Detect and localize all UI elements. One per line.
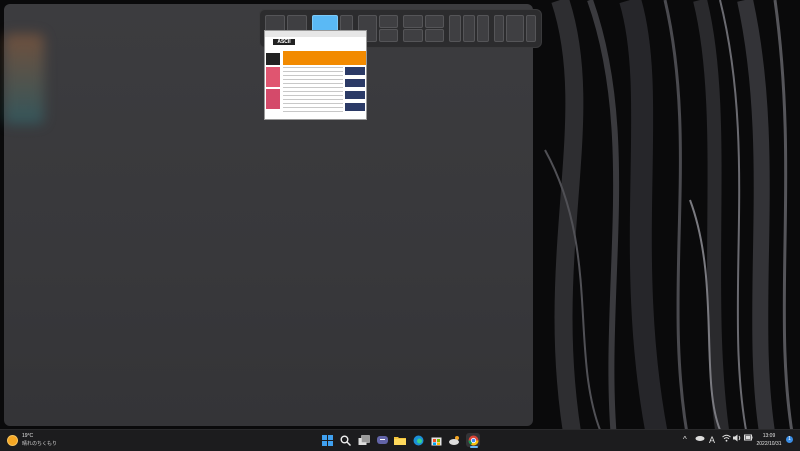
layout4-zone2[interactable] [425,15,444,28]
wifi-icon[interactable] [722,434,731,444]
thumbnail-titlebar [265,31,366,37]
layout6-zone2[interactable] [506,15,524,42]
sun-cloud-icon [8,436,17,445]
thumbnail-article-list [283,67,343,115]
clock-date: 2022/10/31 [756,441,782,447]
running-app-indicator [470,446,478,448]
layout4-zone3[interactable] [403,29,423,42]
edge-icon[interactable] [411,433,425,447]
layout4-zone1[interactable] [403,15,423,28]
window-thumbnail-browser[interactable]: ASCII [264,30,367,120]
search-icon[interactable] [338,433,352,447]
volume-icon[interactable] [733,434,742,444]
layout3-zone3[interactable] [379,29,398,42]
thumbnail-site-logo: ASCII [273,39,295,45]
tray-overflow-chevron[interactable]: ^ [683,435,687,444]
thumbnail-right-column [345,67,365,115]
weather-app-icon[interactable] [448,433,462,447]
layout5-zone1[interactable] [449,15,461,42]
layout6-zone3[interactable] [526,15,536,42]
thumbnail-nav-banner [283,51,366,65]
taskbar: 19°C 晴れのちくもり ^ A 13:09 2022/10/31 1 [0,429,800,451]
chrome-icon[interactable] [466,433,480,447]
layout4-zone4[interactable] [425,29,444,42]
layout3-zone2[interactable] [379,15,398,28]
ime-indicator[interactable]: A [709,435,715,445]
store-icon[interactable] [429,433,443,447]
weather-temperature: 19°C [22,433,34,439]
clock-time: 13:09 [762,433,776,439]
layout5-zone2[interactable] [463,15,475,42]
notification-badge[interactable]: 1 [786,436,793,443]
task-view-icon[interactable] [357,433,371,447]
teams-chat-icon[interactable] [375,433,389,447]
thumbnail-side-images [266,53,280,117]
layout5-zone3[interactable] [477,15,489,42]
ghost-window-blur [4,34,44,124]
taskbar-clock[interactable]: 13:09 2022/10/31 [752,432,786,448]
windows-start-icon[interactable] [320,433,334,447]
layout6-zone1[interactable] [494,15,504,42]
weather-condition: 晴れのちくもり [22,441,58,447]
folder-icon[interactable] [393,433,407,447]
onedrive-icon[interactable] [695,434,705,443]
